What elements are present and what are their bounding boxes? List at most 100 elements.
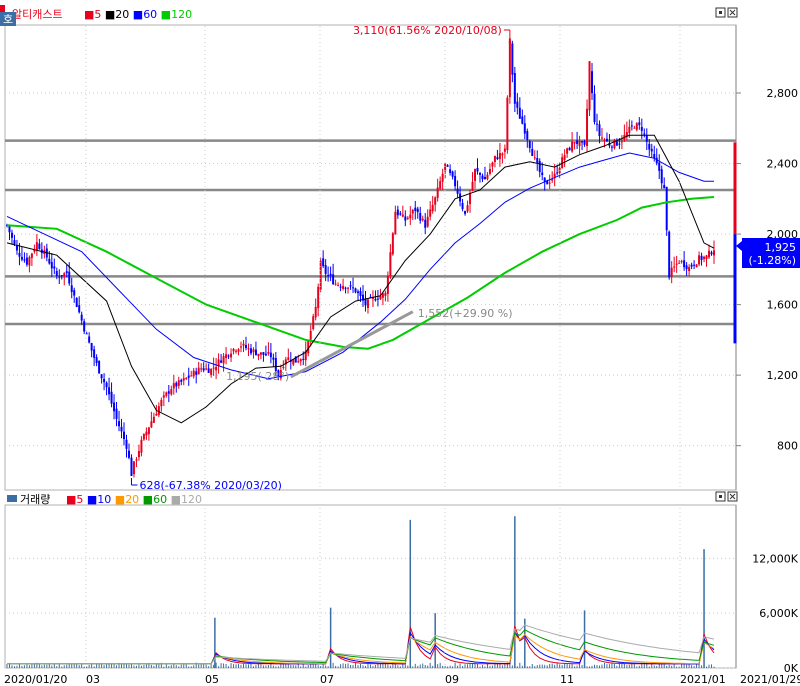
candle-body [630, 125, 633, 127]
candle-body [588, 69, 591, 111]
candle-body [399, 213, 402, 215]
candle-body [170, 389, 173, 395]
candle-body [329, 273, 332, 276]
candle-body [272, 357, 275, 360]
candle-body [396, 209, 399, 216]
candle-body [157, 406, 160, 416]
candle-body [548, 182, 551, 184]
candle-body [409, 214, 412, 219]
price-panel-close-button[interactable] [727, 7, 738, 18]
candle-body [312, 316, 315, 329]
price-panel-maximize-button[interactable] [715, 7, 726, 18]
candle-body [254, 349, 257, 356]
candle-body [192, 370, 195, 377]
candle-body [593, 93, 596, 123]
candle-body [474, 169, 477, 181]
candle-body [581, 141, 584, 143]
candle-body [600, 137, 603, 139]
candle-body [690, 264, 693, 267]
candle-body [339, 286, 342, 288]
candle-body [464, 210, 467, 214]
candle-body [628, 126, 631, 133]
candle-body [483, 177, 486, 180]
price-tick-label: 800 [777, 440, 798, 453]
candle-body [319, 260, 322, 290]
candle-body [640, 126, 643, 131]
candle-body [538, 160, 541, 173]
candle-body [685, 265, 688, 270]
candle-body [18, 252, 21, 257]
candle-body [493, 155, 496, 162]
ma-legend-120: 120 [171, 8, 192, 21]
volume-tick-label: 12,000K [752, 552, 798, 565]
candle-body [210, 369, 213, 376]
volume-panel-close-button[interactable] [727, 491, 738, 502]
candle-body [334, 283, 337, 285]
candle-body [703, 256, 706, 260]
candle-body [115, 408, 118, 419]
candle-body [264, 353, 267, 356]
candle-body [648, 143, 651, 150]
ma-legend-5: 5 [94, 8, 101, 21]
candle-body [680, 260, 683, 262]
candle-body [401, 214, 404, 217]
candle-body [53, 266, 56, 269]
candle-body [665, 187, 668, 231]
candle-body [486, 174, 489, 180]
candle-body [10, 232, 13, 238]
candle-body [118, 421, 121, 427]
candle-body [496, 157, 499, 160]
stock-chart: 8001,2001,6002,0002,4002,800 0K6,000K12,… [0, 0, 800, 686]
candle-body [523, 123, 526, 134]
candle-body [244, 345, 247, 349]
candle-body [349, 285, 352, 287]
candle-body [571, 141, 574, 152]
candle-body [586, 108, 589, 147]
candle-body [103, 378, 106, 383]
candle-body [374, 298, 377, 301]
date-tick-label: 2020/01/20 [4, 673, 67, 686]
candle-body [461, 202, 464, 210]
volume-legend-20: 20 [125, 493, 139, 506]
candle-body [38, 243, 41, 249]
candle-body [225, 354, 228, 359]
candle-body [108, 387, 111, 395]
price-tick-label: 1,200 [767, 369, 799, 382]
candle-body [297, 361, 300, 363]
candle-body [708, 250, 711, 258]
candle-body [391, 233, 394, 255]
candle-body [155, 413, 158, 416]
ma-legend-20: 20 [115, 8, 129, 21]
candle-body [376, 298, 379, 300]
candle-body [185, 377, 188, 379]
candle-body [140, 439, 143, 453]
candle-body [152, 416, 155, 423]
candle-body [130, 457, 133, 475]
candle-body [643, 133, 646, 135]
candle-body [342, 285, 345, 289]
candle-body [454, 176, 457, 187]
candle-body [83, 321, 86, 332]
candle-body [521, 116, 524, 124]
candle-body [299, 359, 302, 362]
candle-body [531, 148, 534, 156]
candle-body [424, 219, 427, 228]
candle-body [187, 375, 190, 378]
candle-body [177, 380, 180, 386]
candle-body [30, 253, 33, 258]
candle-body [202, 368, 205, 371]
candle-body [344, 287, 347, 289]
candle-body [650, 148, 653, 152]
candle-body [404, 216, 407, 221]
candle-body [180, 379, 183, 382]
candle-body [222, 356, 225, 364]
candle-body [217, 359, 220, 366]
candle-body [416, 208, 419, 213]
candle-body [125, 439, 128, 449]
candle-body [337, 284, 340, 286]
volume-panel-maximize-button[interactable] [715, 491, 726, 502]
point-a-annotation: 1,195( 28°) [226, 370, 289, 383]
candle-body [384, 292, 387, 296]
candle-body [710, 252, 713, 255]
candle-body [145, 431, 148, 436]
